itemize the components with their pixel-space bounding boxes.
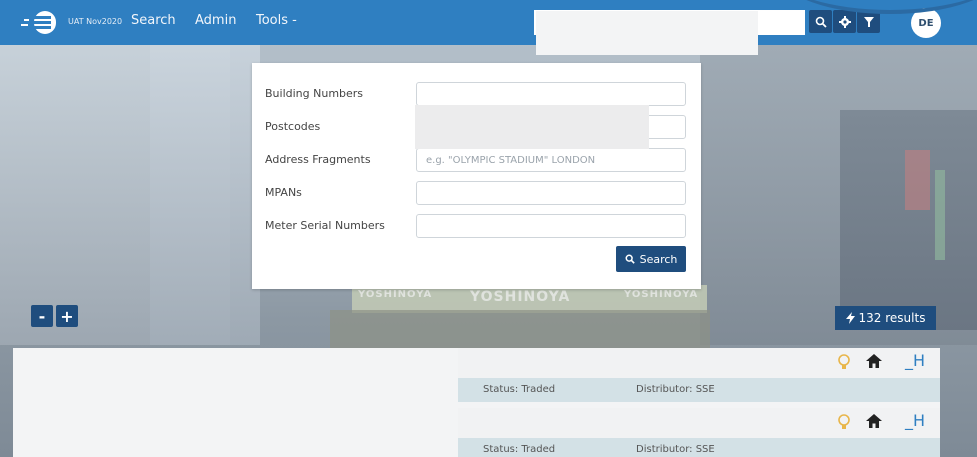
- home-icon[interactable]: [866, 354, 882, 368]
- result-item[interactable]: _H Status: Traded Distributor: SSE: [458, 348, 940, 402]
- form-search-button-label: Search: [639, 252, 678, 266]
- form-row-address-fragments: Address Fragments: [265, 148, 686, 172]
- address-fragments-input[interactable]: [416, 148, 686, 172]
- form-row-mpans: MPANs: [265, 181, 686, 205]
- zoom-out-button[interactable]: -: [31, 305, 53, 327]
- global-search-button[interactable]: [809, 10, 832, 33]
- lightning-icon: [845, 312, 855, 324]
- result-tag[interactable]: _H: [905, 351, 925, 370]
- postcodes-label: Postcodes: [265, 120, 321, 133]
- result-status: Status: Traded: [483, 444, 556, 455]
- settings-button[interactable]: [833, 10, 856, 33]
- result-tag[interactable]: _H: [905, 411, 925, 430]
- building-numbers-input[interactable]: [416, 82, 686, 106]
- meter-serial-numbers-input[interactable]: [416, 214, 686, 238]
- bg-sign-text-3: YOSHINOYA: [624, 289, 699, 300]
- result-item-header: _H: [458, 348, 940, 378]
- redacted-area: [536, 11, 758, 55]
- building-numbers-label: Building Numbers: [265, 87, 364, 100]
- bg-building-mid: [150, 45, 260, 345]
- result-status: Status: Traded: [483, 384, 556, 395]
- result-status-bar: Status: Traded Distributor: SSE: [458, 438, 940, 457]
- bg-neon-red: [905, 150, 930, 210]
- environment-label: UAT Nov2020: [68, 17, 123, 26]
- result-item[interactable]: _H Status: Traded Distributor: SSE: [458, 408, 940, 457]
- meter-serial-numbers-label: Meter Serial Numbers: [265, 219, 385, 232]
- bg-sign-text-1: YOSHINOYA: [358, 289, 433, 300]
- results-count-text: 132 results: [858, 311, 926, 325]
- filter-icon: [863, 16, 874, 27]
- redacted-postcode-overlay: [415, 105, 649, 149]
- nav-search-link[interactable]: Search: [131, 13, 176, 28]
- mpans-label: MPANs: [265, 186, 302, 199]
- result-item-header: _H: [458, 408, 940, 438]
- app-logo-icon[interactable]: [20, 10, 60, 35]
- search-icon: [815, 16, 827, 28]
- bg-building-far-right: [840, 110, 977, 330]
- result-distributor: Distributor: SSE: [636, 384, 715, 395]
- gear-icon: [838, 15, 851, 28]
- results-count-badge: 132 results: [835, 306, 936, 330]
- bg-neon-green: [935, 170, 945, 260]
- address-fragments-label: Address Fragments: [265, 153, 371, 166]
- form-row-building-numbers: Building Numbers: [265, 82, 686, 106]
- zoom-in-button[interactable]: +: [56, 305, 78, 327]
- form-row-meter-serial-numbers: Meter Serial Numbers: [265, 214, 686, 238]
- form-search-button[interactable]: Search: [616, 246, 686, 272]
- bg-sign-text-2: YOSHINOYA: [470, 289, 571, 305]
- result-distributor: Distributor: SSE: [636, 444, 715, 455]
- search-icon: [625, 254, 635, 264]
- nav-tools-dropdown[interactable]: Tools -: [256, 13, 297, 28]
- lightbulb-icon[interactable]: [838, 414, 850, 430]
- home-icon[interactable]: [866, 414, 882, 428]
- nav-admin-link[interactable]: Admin: [195, 13, 236, 28]
- lightbulb-icon[interactable]: [838, 354, 850, 370]
- bg-shop-sign: YOSHINOYA YOSHINOYA YOSHINOYA: [352, 285, 707, 313]
- mpans-input[interactable]: [416, 181, 686, 205]
- bg-shopfront: [330, 310, 710, 350]
- result-status-bar: Status: Traded Distributor: SSE: [458, 378, 940, 402]
